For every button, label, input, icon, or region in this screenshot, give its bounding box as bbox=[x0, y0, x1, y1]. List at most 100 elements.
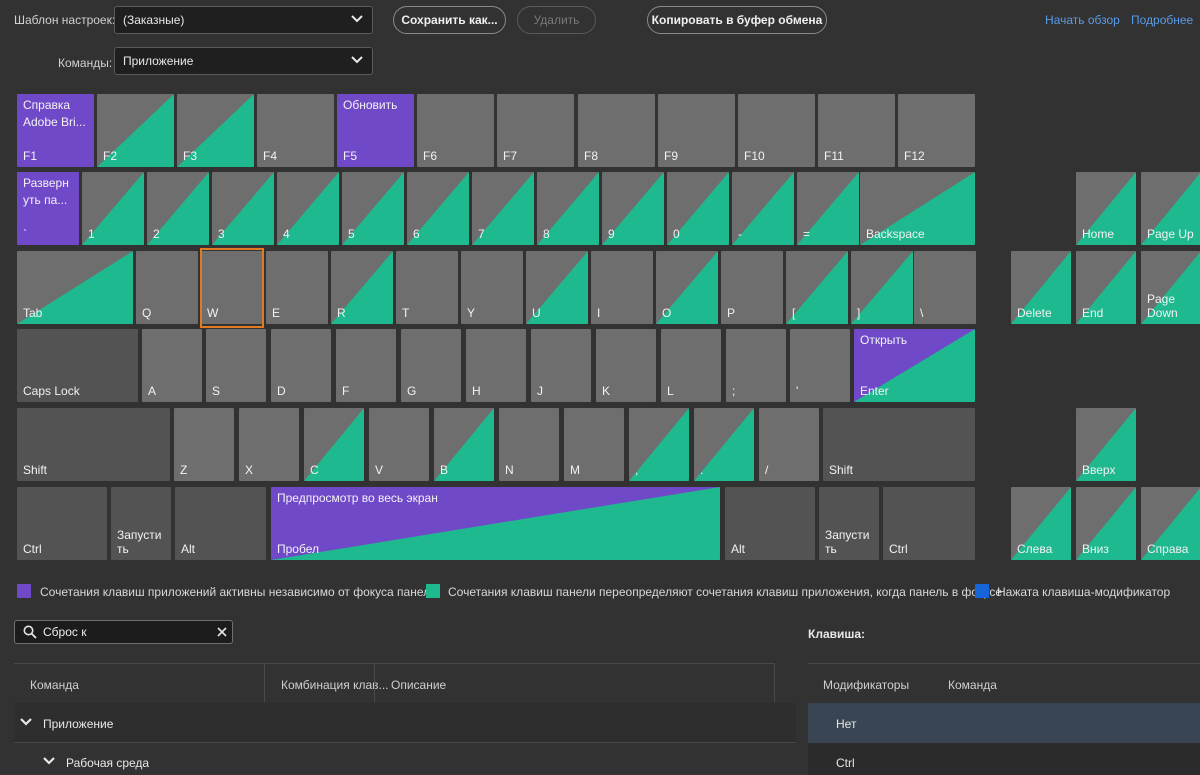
save-as-button[interactable]: Сохранить как... bbox=[393, 6, 506, 34]
key-enter[interactable]: Открыть Enter bbox=[854, 329, 975, 402]
key-backslash[interactable]: \ bbox=[914, 251, 976, 324]
key-rctrl[interactable]: Ctrl bbox=[883, 487, 975, 560]
key-f7[interactable]: F7 bbox=[497, 94, 574, 167]
start-tour-link[interactable]: Начать обзор bbox=[1045, 13, 1120, 27]
key-semicolon[interactable]: ; bbox=[726, 329, 786, 402]
key-f11[interactable]: F11 bbox=[818, 94, 895, 167]
key-f4[interactable]: F4 bbox=[257, 94, 334, 167]
key-s[interactable]: S bbox=[206, 329, 266, 402]
key-n[interactable]: N bbox=[499, 408, 559, 481]
key-r[interactable]: R bbox=[331, 251, 393, 324]
chevron-down-icon[interactable] bbox=[43, 756, 55, 766]
key-n5[interactable]: 5 bbox=[342, 172, 404, 245]
key-f3[interactable]: F3 bbox=[177, 94, 254, 167]
column-header-shortcut[interactable]: Комбинация клав... bbox=[281, 678, 389, 692]
column-header-modifiers[interactable]: Модификаторы bbox=[823, 678, 909, 692]
key-i[interactable]: I bbox=[591, 251, 653, 324]
key-rbracket[interactable]: ] bbox=[851, 251, 913, 324]
key-f12[interactable]: F12 bbox=[898, 94, 975, 167]
key-minus[interactable]: - bbox=[732, 172, 794, 245]
key-pageup[interactable]: Page Up bbox=[1141, 172, 1200, 245]
key-left[interactable]: Слева bbox=[1011, 487, 1071, 560]
key-v[interactable]: V bbox=[369, 408, 429, 481]
key-home[interactable]: Home bbox=[1076, 172, 1136, 245]
key-quote[interactable]: ' bbox=[790, 329, 850, 402]
key-a[interactable]: A bbox=[142, 329, 202, 402]
key-n4[interactable]: 4 bbox=[277, 172, 339, 245]
key-space[interactable]: Предпросмотр во весь экран Пробел bbox=[271, 487, 720, 560]
key-b[interactable]: B bbox=[434, 408, 494, 481]
key-delete[interactable]: Delete bbox=[1011, 251, 1071, 324]
key-q[interactable]: Q bbox=[136, 251, 198, 324]
key-n2[interactable]: 2 bbox=[147, 172, 209, 245]
key-l[interactable]: L bbox=[661, 329, 721, 402]
key-equal[interactable]: = bbox=[797, 172, 859, 245]
column-divider[interactable] bbox=[264, 664, 265, 702]
copy-to-clipboard-button[interactable]: Копировать в буфер обмена bbox=[647, 6, 827, 34]
key-y[interactable]: Y bbox=[461, 251, 523, 324]
key-ralt[interactable]: Alt bbox=[725, 487, 815, 560]
key-p[interactable]: P bbox=[721, 251, 783, 324]
key-period[interactable]: . bbox=[694, 408, 754, 481]
key-lctrl[interactable]: Ctrl bbox=[17, 487, 107, 560]
delete-button[interactable]: Удалить bbox=[517, 6, 596, 34]
key-j[interactable]: J bbox=[531, 329, 591, 402]
key-u[interactable]: U bbox=[526, 251, 588, 324]
key-right[interactable]: Справа bbox=[1141, 487, 1200, 560]
key-m[interactable]: M bbox=[564, 408, 624, 481]
modifier-row[interactable]: Ctrl bbox=[808, 743, 1200, 775]
key-n0[interactable]: 0 bbox=[667, 172, 729, 245]
chevron-down-icon[interactable] bbox=[20, 717, 32, 727]
key-pagedown[interactable]: Page Down bbox=[1141, 251, 1200, 324]
key-comma[interactable]: , bbox=[629, 408, 689, 481]
key-end[interactable]: End bbox=[1076, 251, 1136, 324]
column-header-description[interactable]: Описание bbox=[391, 678, 446, 692]
key-n9[interactable]: 9 bbox=[602, 172, 664, 245]
key-f8[interactable]: F8 bbox=[578, 94, 655, 167]
key-g[interactable]: G bbox=[401, 329, 461, 402]
key-tab[interactable]: Tab bbox=[17, 251, 133, 324]
key-f6[interactable]: F6 bbox=[417, 94, 494, 167]
key-d[interactable]: D bbox=[271, 329, 331, 402]
key-up[interactable]: Вверх bbox=[1076, 408, 1136, 481]
key-f2[interactable]: F2 bbox=[97, 94, 174, 167]
clear-search-icon[interactable] bbox=[217, 627, 227, 637]
key-n1[interactable]: 1 bbox=[82, 172, 144, 245]
key-rshift[interactable]: Shift bbox=[823, 408, 975, 481]
search-field[interactable] bbox=[14, 620, 233, 644]
key-f1[interactable]: Справка Adobe Bri... F1 bbox=[17, 94, 94, 167]
key-x[interactable]: X bbox=[239, 408, 299, 481]
commands-select[interactable]: Приложение bbox=[114, 47, 373, 75]
key-lbracket[interactable]: [ bbox=[786, 251, 848, 324]
key-z[interactable]: Z bbox=[174, 408, 234, 481]
column-header-command[interactable]: Команда bbox=[30, 678, 79, 692]
key-f9[interactable]: F9 bbox=[658, 94, 735, 167]
key-f5[interactable]: Обновить F5 bbox=[337, 94, 414, 167]
key-w[interactable]: W bbox=[201, 251, 263, 324]
key-slash[interactable]: / bbox=[759, 408, 819, 481]
key-n8[interactable]: 8 bbox=[537, 172, 599, 245]
key-k[interactable]: K bbox=[596, 329, 656, 402]
key-c[interactable]: C bbox=[304, 408, 364, 481]
table-row[interactable]: Приложение bbox=[14, 703, 796, 743]
key-backspace[interactable]: Backspace bbox=[860, 172, 975, 245]
key-t[interactable]: T bbox=[396, 251, 458, 324]
key-lcmd[interactable]: Запусти ть bbox=[111, 487, 171, 560]
key-lalt[interactable]: Alt bbox=[175, 487, 266, 560]
key-grave[interactable]: Разверн уть па... ` bbox=[17, 172, 79, 245]
column-divider[interactable] bbox=[374, 664, 375, 702]
modifier-row-selected[interactable]: Нет bbox=[808, 703, 1200, 743]
key-h[interactable]: H bbox=[466, 329, 526, 402]
key-f10[interactable]: F10 bbox=[738, 94, 815, 167]
key-o[interactable]: O bbox=[656, 251, 718, 324]
key-rcmd[interactable]: Запусти ть bbox=[819, 487, 879, 560]
key-lshift[interactable]: Shift bbox=[17, 408, 170, 481]
key-n7[interactable]: 7 bbox=[472, 172, 534, 245]
table-row[interactable]: Рабочая среда bbox=[14, 743, 796, 775]
key-down[interactable]: Вниз bbox=[1076, 487, 1136, 560]
key-capslock[interactable]: Caps Lock bbox=[17, 329, 138, 402]
search-input[interactable] bbox=[43, 624, 213, 640]
preset-select[interactable]: (Заказные) bbox=[114, 6, 373, 34]
key-n6[interactable]: 6 bbox=[407, 172, 469, 245]
column-header-key-command[interactable]: Команда bbox=[948, 678, 997, 692]
